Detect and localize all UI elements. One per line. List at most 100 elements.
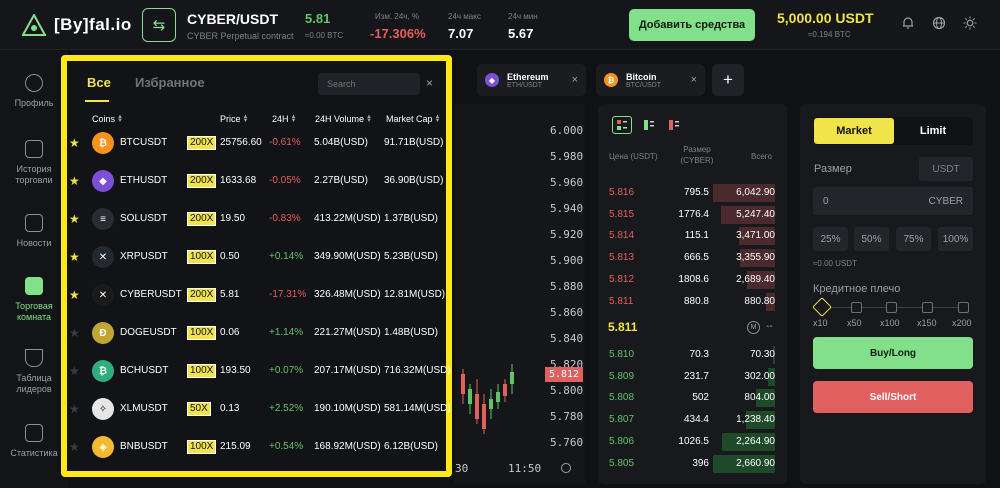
mark-price-icon: M — [747, 321, 760, 334]
orderbook-view-bids-icon[interactable] — [639, 116, 659, 134]
coin-symbol: BTCUSDT — [120, 137, 168, 148]
ask-row[interactable]: 5.812 1808.6 2,689.40 — [598, 270, 787, 290]
tab-all[interactable]: Все — [87, 75, 111, 90]
ob-price: 5.806 — [609, 435, 635, 447]
nav-item-profile[interactable]: Профиль — [0, 74, 68, 109]
ask-row[interactable]: 5.815 1776.4 5,247.40 — [598, 205, 787, 225]
coin-row[interactable]: ★ ₿ BCHUSDT 100X 193.50 +0.07% 207.17M(USD) 716… — [67, 353, 451, 391]
bell-icon[interactable] — [900, 16, 916, 32]
leverage-node-x200[interactable] — [958, 302, 969, 313]
logo[interactable]: [By]fal.io — [22, 14, 132, 36]
star-icon[interactable]: ★ — [69, 440, 80, 454]
leverage-badge: 50X — [187, 402, 211, 416]
coin-row[interactable]: ★ ₿ BTCUSDT 200X 25756.60 -0.61% 5.04B(USD) 91.… — [67, 125, 446, 163]
leverage-label-x100: x100 — [880, 318, 900, 328]
star-icon[interactable]: ★ — [69, 364, 80, 378]
pct-75-button[interactable]: 75% — [896, 227, 931, 251]
pct-100-button[interactable]: 100% — [938, 227, 973, 251]
ask-row[interactable]: 5.816 795.5 6,042.90 — [598, 183, 787, 203]
star-icon[interactable]: ★ — [69, 136, 80, 150]
orderbook-view-asks-icon[interactable] — [664, 116, 684, 134]
swap-pair-button[interactable]: ⇆ — [142, 8, 176, 42]
add-tab-button[interactable]: + — [712, 64, 744, 96]
col-cap[interactable]: Market Cap ▲ ▼ — [386, 114, 440, 124]
size-label: Размер — [814, 163, 852, 175]
close-icon[interactable]: × — [691, 74, 697, 86]
low-label: 24ч мин — [508, 12, 538, 21]
nav-item-statistics[interactable]: Статистика — [0, 424, 68, 459]
orderbook-view-both-icon[interactable] — [612, 116, 632, 134]
size-unit: CYBER — [928, 195, 963, 207]
nav-item-leaderboard[interactable]: Таблица лидеров — [0, 349, 68, 395]
ob-size: 1026.5 — [678, 435, 709, 447]
col-change[interactable]: 24H ▲ ▼ — [272, 114, 296, 124]
star-icon[interactable]: ★ — [69, 250, 80, 264]
leverage-node-x150[interactable] — [922, 302, 933, 313]
ask-row[interactable]: 5.813 666.5 3,355.90 — [598, 248, 787, 268]
star-icon[interactable]: ★ — [69, 326, 80, 340]
low-value: 5.67 — [508, 26, 534, 41]
unit-usdt-button[interactable]: USDT — [919, 157, 973, 181]
star-icon[interactable]: ★ — [69, 288, 80, 302]
bid-row[interactable]: 5.809 231.7 302.00 — [598, 367, 787, 387]
coin-change: +0.07% — [269, 365, 304, 376]
pct-50-button[interactable]: 50% — [854, 227, 889, 251]
tab-bitcoin[interactable]: ₿ Bitcoin BTC/USDT × — [596, 64, 705, 96]
col-coins[interactable]: Coins ▲ ▼ — [92, 114, 123, 124]
star-icon[interactable]: ★ — [69, 402, 80, 416]
leverage-node-x50[interactable] — [851, 302, 862, 313]
sun-icon[interactable] — [962, 16, 978, 32]
close-icon[interactable]: × — [572, 74, 578, 86]
ask-row[interactable]: 5.811 880.8 880.80 — [598, 292, 787, 312]
coin-row[interactable]: ★ ✧ XLMUSDT 50X 0.13 +2.52% 190.10M(USD) 581.14… — [67, 391, 451, 429]
leverage-badge: 100X — [187, 250, 217, 264]
market-tab[interactable]: Market — [814, 118, 894, 144]
y-tick: 5.780 — [550, 410, 584, 423]
search-input[interactable] — [318, 73, 420, 95]
bid-row[interactable]: 5.810 70.3 70.30 — [598, 345, 787, 365]
ob-total: 5,247.40 — [736, 208, 775, 220]
bid-row[interactable]: 5.805 396 2,660.90 — [598, 454, 787, 474]
pct-25-button[interactable]: 25% — [813, 227, 848, 251]
coin-row[interactable]: ★ ✕ CYBERUSDT 200X 5.81 -17.31% 326.48M(USD) 12… — [67, 277, 446, 315]
chart-settings-icon[interactable] — [561, 463, 571, 473]
bid-row[interactable]: 5.806 1026.5 2,264.90 — [598, 432, 787, 452]
bid-row[interactable]: 5.807 434.4 1,238.40 — [598, 410, 787, 430]
ob-size: 115.1 — [684, 230, 709, 242]
bid-row[interactable]: 5.808 502 804.00 — [598, 388, 787, 408]
size-input[interactable]: 0 CYBER — [813, 187, 973, 215]
nav-item-news[interactable]: Новости — [0, 214, 68, 249]
ask-row[interactable]: 5.814 115.1 3,471.00 — [598, 226, 787, 246]
col-price[interactable]: Price ▲ ▼ — [220, 114, 248, 124]
candle-body — [461, 374, 465, 394]
leverage-node-x100[interactable] — [886, 302, 897, 313]
logo-triangle-icon — [22, 14, 46, 36]
tab-favorites[interactable]: Избранное — [135, 75, 205, 90]
sort-icon: ▲ ▼ — [117, 114, 123, 124]
add-funds-button[interactable]: Добавить средства — [629, 9, 755, 41]
sell-short-button[interactable]: Sell/Short — [813, 381, 973, 413]
balance: 5,000.00 USDT — [777, 10, 874, 26]
ob-col-total: Всего — [751, 152, 772, 161]
plus-icon: + — [723, 70, 733, 89]
globe-icon[interactable] — [931, 16, 947, 32]
limit-tab[interactable]: Limit — [894, 118, 972, 144]
coin-row[interactable]: ★ ✕ XRPUSDT 100X 0.50 +0.14% 349.90M(USD) 5.23B… — [67, 239, 446, 277]
ob-price: 5.809 — [609, 370, 635, 382]
coin-row[interactable]: ★ Ð DOGEUSDT 100X 0.06 +1.14% 221.27M(USD) 1.48… — [67, 315, 446, 353]
coin-row[interactable]: ★ ≡ SOLUSDT 200X 19.50 -0.83% 413.22M(USD) 1.37… — [67, 201, 446, 239]
star-icon[interactable]: ★ — [69, 212, 80, 226]
col-label: Coins — [92, 114, 116, 124]
nav-item-trading-room[interactable]: Торговая комната — [0, 277, 68, 323]
ethereum-icon: ◆ — [485, 73, 499, 87]
col-volume[interactable]: 24H Volume ▲ ▼ — [315, 114, 372, 124]
close-icon[interactable]: × — [426, 76, 433, 90]
coin-row[interactable]: ★ ◆ ETHUSDT 200X 1633.68 -0.05% 2.27B(USD) 36.9… — [67, 163, 446, 201]
coin-row[interactable]: ★ ◈ BNBUSDT 100X 215.09 +0.54% 168.92M(USD) 6.1… — [67, 429, 446, 467]
x-tick: 30 — [455, 462, 469, 475]
nav-item-trade-history[interactable]: История торговли — [0, 140, 68, 186]
buy-long-button[interactable]: Buy/Long — [813, 337, 973, 369]
y-tick: 5.980 — [550, 150, 584, 163]
tab-ethereum[interactable]: ◆ Ethereum ETH/USDT × — [477, 64, 586, 96]
star-icon[interactable]: ★ — [69, 174, 80, 188]
